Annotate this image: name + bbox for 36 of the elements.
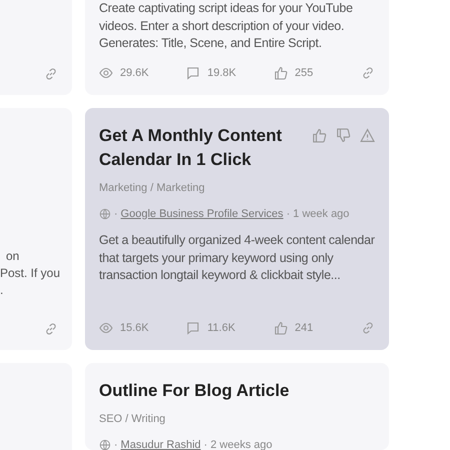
globe-icon [99, 208, 111, 220]
card-title: Outline For Blog Article [99, 380, 290, 402]
description-text: on [5, 248, 20, 265]
category-text: SEO / Writing [99, 412, 166, 427]
thumbs-up-icon [274, 320, 288, 335]
thumbs-down-icon[interactable] [336, 128, 351, 143]
author-link[interactable]: Google Business Profile Services [120, 206, 284, 222]
views-icon [99, 66, 113, 80]
category-text: Marketing / Marketing [99, 181, 206, 196]
comment-icon [186, 320, 200, 335]
globe-icon [99, 438, 111, 450]
link-icon[interactable] [361, 66, 375, 80]
time-text: · 2 weeks ago [204, 438, 272, 450]
card-title: Get A Monthly Content Calendar In 1 Click [99, 125, 283, 171]
comment-count: 11.6K [207, 320, 236, 336]
like-count: 241 [294, 320, 314, 336]
link-icon[interactable] [361, 320, 375, 335]
link-icon[interactable] [44, 322, 58, 336]
author-link[interactable]: Masudur Rashid [120, 436, 201, 450]
description-text: Create captivating script ideas for your YouTube videos. Enter a short description of your video. Generates: Title, Scene, and Entire Script. [99, 0, 354, 52]
view-count: 29.6K [120, 66, 149, 80]
separator-text: · [114, 438, 118, 450]
link-icon[interactable] [44, 67, 58, 81]
like-count: 255 [294, 66, 314, 80]
comment-icon [186, 66, 200, 80]
description-text: . [0, 282, 4, 299]
thumbs-up-icon[interactable] [312, 128, 327, 143]
views-icon [99, 320, 113, 335]
separator-text: · [114, 206, 118, 222]
warning-icon[interactable] [360, 128, 375, 143]
comment-count: 19.8K [207, 66, 236, 80]
description-text: Get a beautifully organized 4-week content calendar that targets your primary keyword using only transaction longtail keyword & clickbait style... [99, 232, 375, 284]
view-count: 15.6K [120, 320, 149, 336]
description-text: Post. If you [0, 265, 58, 282]
thumbs-up-icon [274, 66, 288, 80]
time-text: · 1 week ago [286, 206, 350, 222]
